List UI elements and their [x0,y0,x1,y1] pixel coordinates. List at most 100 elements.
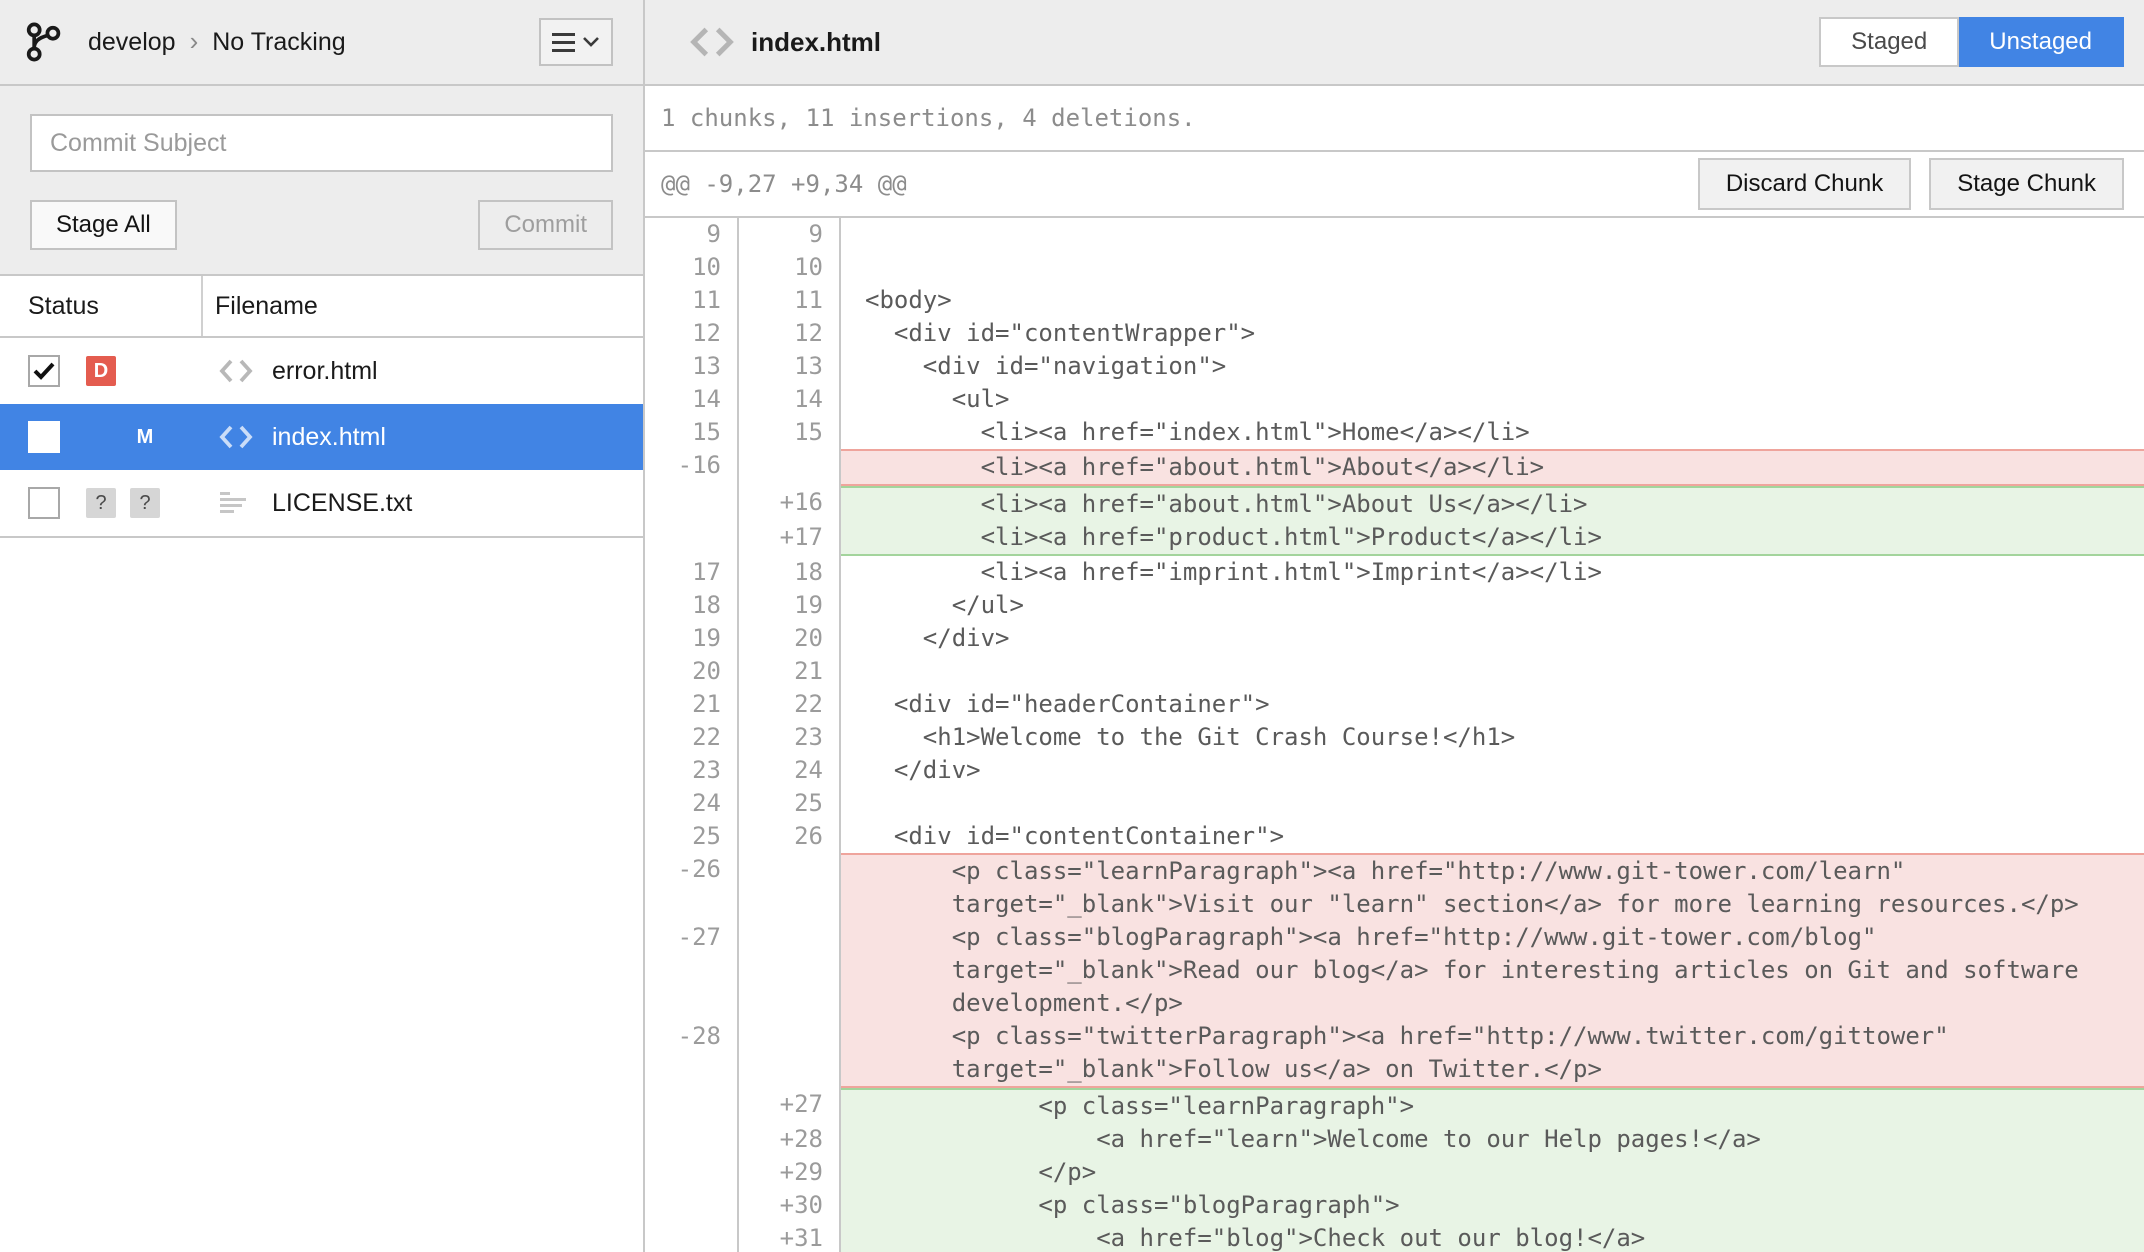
old-line-number: -26 [645,853,739,921]
code-cell: <li><a href="about.html">About Us</a></l… [841,486,2144,521]
old-line-number [645,1088,739,1123]
diff-row-context: 2324 </div> [645,754,2144,787]
diff-summary-text: 1 chunks, 11 insertions, 4 deletions. [661,104,1196,132]
file-table: Status Filename D error.htmlM index.html… [0,276,643,538]
code-line: <body> [865,284,2144,317]
code-cell: <div id="navigation"> [841,350,2144,383]
new-line-number: 25 [739,787,841,820]
old-line-number: 22 [645,721,739,754]
diff-row-deletion[interactable]: -28 <p class="twitterParagraph"><a href=… [645,1020,2144,1088]
old-line-number [645,486,739,521]
branch-name[interactable]: develop [88,28,176,57]
code-line [865,655,2144,688]
commit-subject-input[interactable] [30,114,613,172]
code-cell: </div> [841,754,2144,787]
git-branch-icon [24,20,62,64]
old-line-number: 25 [645,820,739,853]
code-cell: </ul> [841,589,2144,622]
code-cell: <p class="blogParagraph"><a href="http:/… [841,921,2144,1020]
diff-row-deletion[interactable]: -27 <p class="blogParagraph"><a href="ht… [645,921,2144,1020]
checkbox-checked[interactable] [28,355,60,387]
code-cell: <a href="learn">Welcome to our Help page… [841,1123,2144,1156]
commit-button[interactable]: Commit [478,200,613,250]
old-line-number: 11 [645,284,739,317]
commit-actions: Stage All Commit [30,200,613,250]
new-line-number: 20 [739,622,841,655]
diff-view: 9910101111<body>1212 <div id="contentWra… [645,218,2144,1252]
branch-menu-button[interactable] [539,18,613,66]
breadcrumb[interactable]: develop › No Tracking [88,27,346,58]
diff-row-context: 1010 [645,251,2144,284]
diff-row-addition[interactable]: +31 <a href="blog">Check out our blog!</… [645,1222,2144,1252]
code-line: </ul> [865,589,2144,622]
diff-row-context: 1111<body> [645,284,2144,317]
old-line-number: 23 [645,754,739,787]
new-line-number [739,1020,841,1088]
new-line-number: +17 [739,521,841,556]
staged-toggle: Staged Unstaged [1819,17,2124,67]
code-line: <p class="learnParagraph"> [865,1090,2144,1123]
file-row-error.html[interactable]: D error.html [0,338,643,404]
old-line-number: 18 [645,589,739,622]
old-line-number [645,1189,739,1222]
old-line-number: 21 [645,688,739,721]
code-line: target="_blank">Read our blog</a> for in… [865,954,2144,987]
checkbox-unchecked[interactable] [28,487,60,519]
status-badge: ? [130,488,160,518]
diff-row-deletion[interactable]: -16 <li><a href="about.html">About</a></… [645,449,2144,486]
old-line-number: 12 [645,317,739,350]
discard-chunk-button[interactable]: Discard Chunk [1698,158,1911,210]
new-line-number: +16 [739,486,841,521]
old-line-number [645,521,739,556]
diff-row-deletion[interactable]: -26 <p class="learnParagraph"><a href="h… [645,853,2144,921]
new-line-number: 10 [739,251,841,284]
new-line-number: +31 [739,1222,841,1252]
old-line-number: 14 [645,383,739,416]
checkbox-unchecked[interactable] [28,421,60,453]
new-line-number [739,853,841,921]
sidebar-header: develop › No Tracking [0,0,643,86]
code-line [865,251,2144,284]
diff-row-addition[interactable]: +29 </p> [645,1156,2144,1189]
stage-all-button[interactable]: Stage All [30,200,177,250]
file-row-LICENSE.txt[interactable]: ?? LICENSE.txt [0,470,643,536]
file-name: index.html [272,423,386,452]
diff-row-context: 1718 <li><a href="imprint.html">Imprint<… [645,556,2144,589]
diff-header: index.html Staged Unstaged [645,0,2144,86]
new-line-number: 26 [739,820,841,853]
tracking-status[interactable]: No Tracking [212,28,345,57]
code-cell: <li><a href="imprint.html">Imprint</a></… [841,556,2144,589]
new-line-number: 23 [739,721,841,754]
diff-row-addition[interactable]: +27 <p class="learnParagraph"> [645,1088,2144,1123]
old-line-number: 20 [645,655,739,688]
diff-row-addition[interactable]: +30 <p class="blogParagraph"> [645,1189,2144,1222]
code-cell: <p class="blogParagraph"> [841,1189,2144,1222]
code-cell: <a href="blog">Check out our blog!</a> [841,1222,2144,1252]
file-row-index.html[interactable]: M index.html [0,404,643,470]
diff-row-addition[interactable]: +16 <li><a href="about.html">About Us</a… [645,486,2144,521]
file-name: LICENSE.txt [272,489,412,518]
code-line: <div id="navigation"> [865,350,2144,383]
file-name: error.html [272,357,378,386]
diff-row-context: 1313 <div id="navigation"> [645,350,2144,383]
diff-row-context: 2223 <h1>Welcome to the Git Crash Course… [645,721,2144,754]
old-line-number: 10 [645,251,739,284]
diff-row-addition[interactable]: +17 <li><a href="product.html">Product</… [645,521,2144,556]
new-line-number: 21 [739,655,841,688]
old-line-number: -28 [645,1020,739,1088]
hamburger-icon [552,33,575,52]
code-line: <li><a href="about.html">About Us</a></l… [865,488,2144,521]
new-line-number: +28 [739,1123,841,1156]
tab-staged[interactable]: Staged [1819,17,1959,67]
code-file-icon [218,358,256,384]
diff-row-context: 2122 <div id="headerContainer"> [645,688,2144,721]
stage-chunk-button[interactable]: Stage Chunk [1929,158,2124,210]
new-line-number: 15 [739,416,841,449]
code-cell: </div> [841,622,2144,655]
code-cell: <div id="headerContainer"> [841,688,2144,721]
diff-row-addition[interactable]: +28 <a href="learn">Welcome to our Help … [645,1123,2144,1156]
new-line-number: +27 [739,1088,841,1123]
code-line: <li><a href="about.html">About</a></li> [865,451,2144,484]
tab-unstaged[interactable]: Unstaged [1959,17,2124,67]
old-line-number: 13 [645,350,739,383]
